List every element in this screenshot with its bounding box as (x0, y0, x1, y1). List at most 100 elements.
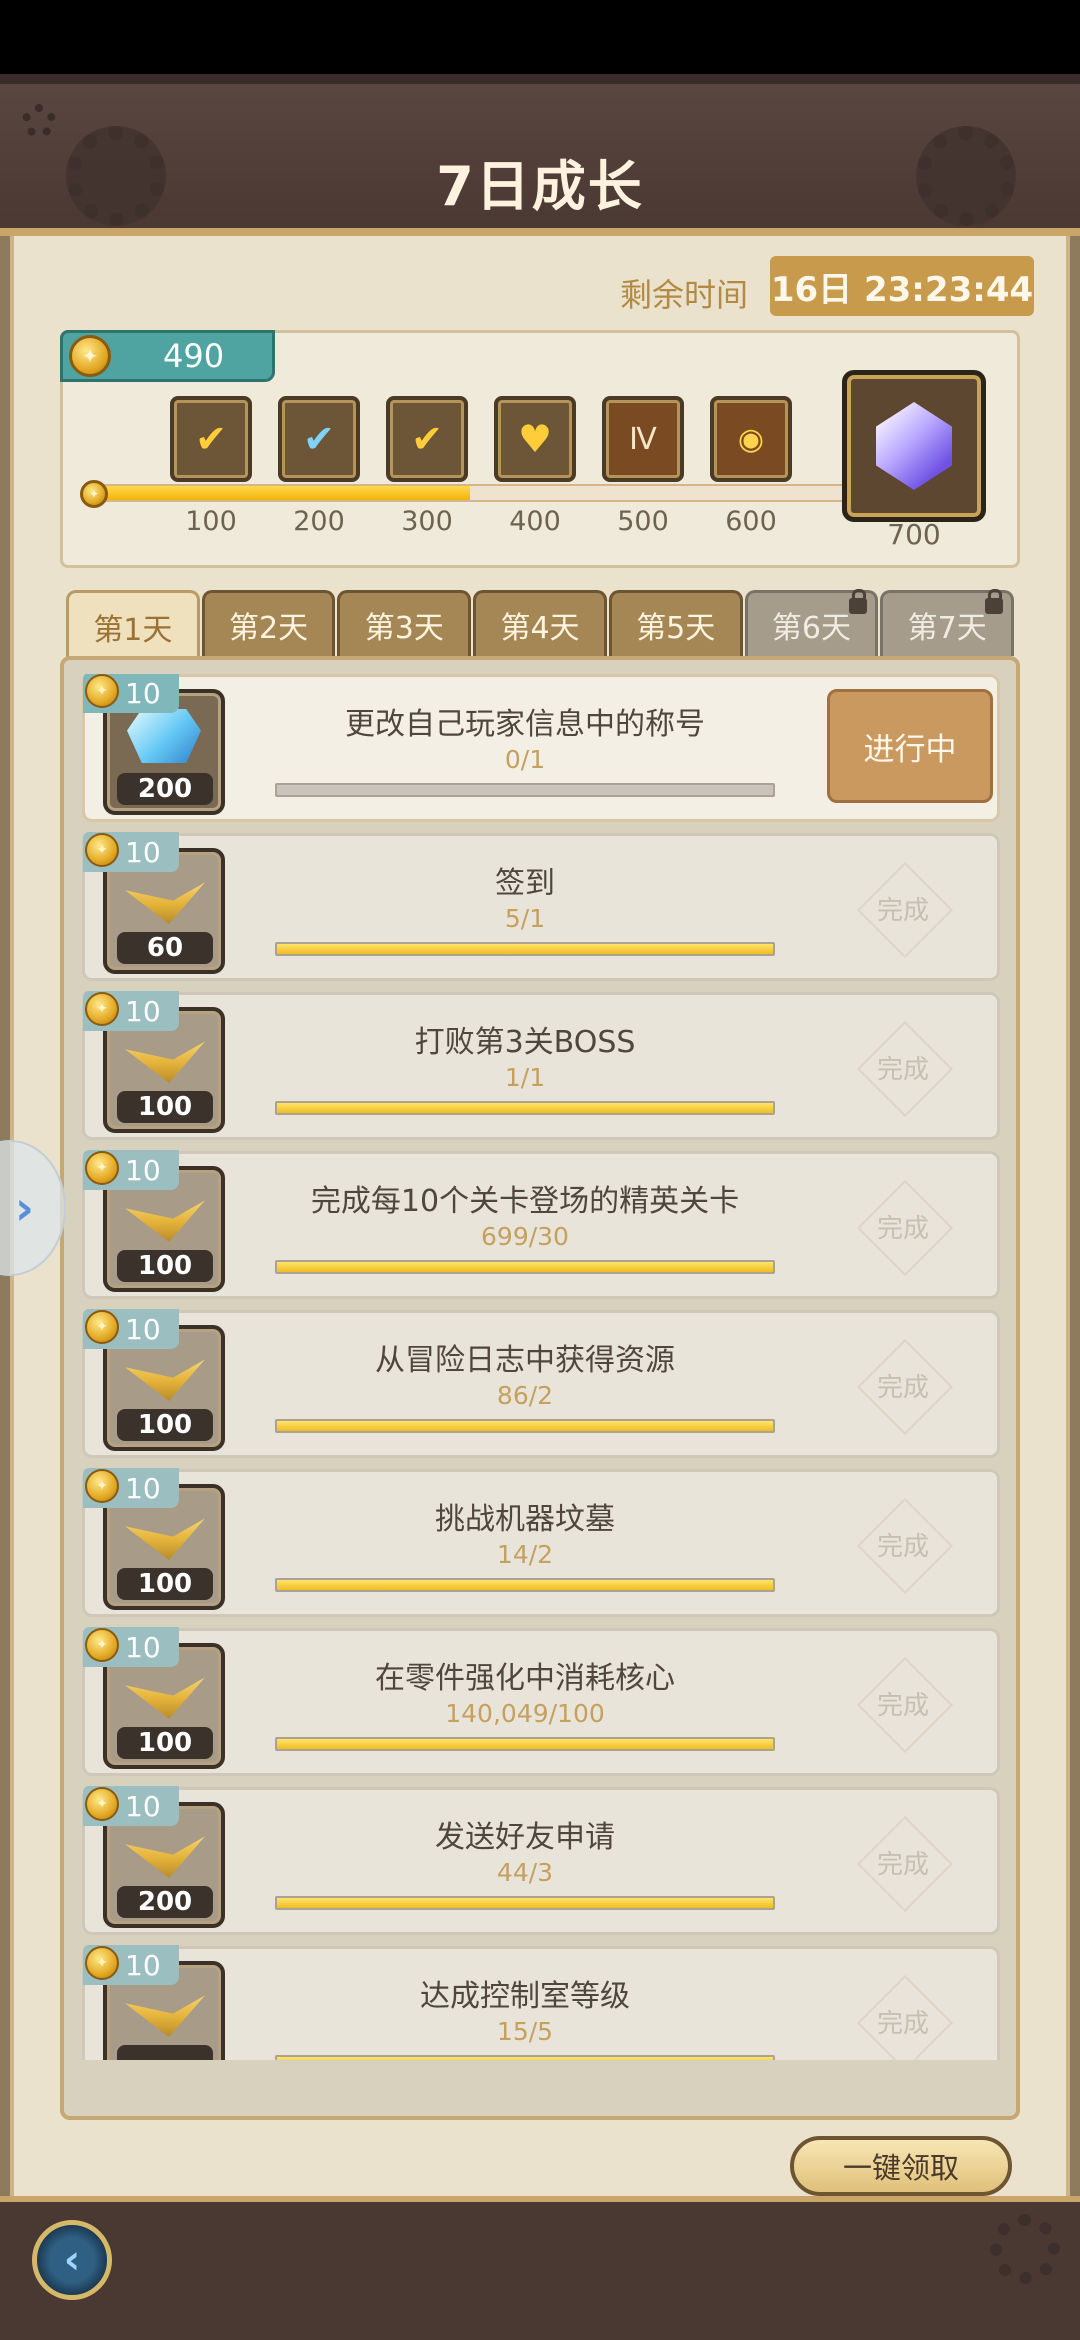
task-row[interactable]: 100 ✦ 10 完成每10个关卡登场的精英关卡 699/30 完成 (82, 1150, 1000, 1299)
coin-icon: ✦ (85, 833, 119, 867)
tab-day-6[interactable]: 第6天 (744, 589, 879, 656)
task-title: 发送好友申请 (435, 1820, 615, 1855)
reward-count: 100 (117, 1091, 213, 1123)
task-points-value: 10 (125, 1312, 161, 1346)
task-points-badge: ✦ 10 (83, 674, 179, 713)
task-row[interactable]: 100 ✦ 10 打败第3关BOSS 1/1 完成 (82, 991, 1000, 1140)
task-progress-fill (277, 1103, 773, 1113)
task-progress-fill (277, 1898, 773, 1908)
gear-icon (990, 2214, 1060, 2284)
reward-count: 200 (117, 1886, 213, 1918)
reward-count: 100 (117, 1250, 213, 1282)
task-points-badge: ✦ 10 (83, 1627, 179, 1667)
gold-boomerang-icon: ✔ (411, 417, 443, 461)
gem-card-icon (125, 1836, 205, 1878)
tab-day-5[interactable]: 第5天 (608, 590, 743, 656)
milestone-reward-100[interactable]: ✔ (170, 396, 252, 482)
coin-icon: ✦ (85, 992, 119, 1026)
task-progress-text: 1/1 (504, 1063, 546, 1092)
completed-stamp: 完成 (841, 860, 965, 956)
task-points-badge: ✦ 10 (83, 832, 179, 872)
task-points-value: 10 (125, 1630, 161, 1664)
task-row[interactable]: 100 ✦ 10 在零件强化中消耗核心 140,049/100 完成 (82, 1627, 1000, 1776)
task-list-viewport[interactable]: 200 ✦ 10 更改自己玩家信息中的称号 0/1 进行中 60 ✦ 10 签到… (82, 674, 1002, 2060)
gem-card-icon (125, 1041, 205, 1083)
gem-card-icon (125, 1518, 205, 1560)
tab-day-7[interactable]: 第7天 (880, 589, 1015, 656)
task-title: 完成每10个关卡登场的精英关卡 (310, 1184, 740, 1219)
chevron-right-icon: › (15, 1181, 34, 1235)
day-tabs: 第1天 第2天 第3天 第4天 第5天 第6天 第7天 (66, 589, 1015, 660)
tab-day-4[interactable]: 第4天 (473, 590, 607, 656)
milestone-reward-200[interactable]: ✔ (278, 396, 360, 482)
bottom-bar (0, 2196, 1080, 2340)
task-title: 挑战机器坟墓 (435, 1502, 615, 1537)
equipment-chest-icon: Ⅳ (629, 421, 657, 457)
reward-count: 100 (117, 1568, 213, 1600)
task-in-progress-button[interactable]: 进行中 (827, 689, 993, 803)
milestone-value: 200 (293, 506, 345, 537)
task-progress-text: 44/3 (496, 1858, 554, 1887)
task-progress-text: 15/5 (496, 2017, 554, 2046)
reward-count: 200 (117, 773, 213, 805)
tab-label: 第7天 (907, 610, 987, 646)
task-row[interactable]: 200 ✦ 10 发送好友申请 44/3 完成 (82, 1786, 1000, 1935)
task-progress-fill (277, 1421, 773, 1431)
task-title: 签到 (495, 866, 555, 901)
task-points-value: 10 (125, 835, 161, 869)
crystal-icon (876, 402, 952, 490)
task-progress-fill (277, 1580, 773, 1590)
task-progress-text: 14/2 (496, 1540, 554, 1569)
milestone-value: 500 (617, 506, 669, 537)
task-row[interactable]: 100 ✦ 10 从冒险日志中获得资源 86/2 完成 (82, 1309, 1000, 1458)
task-row[interactable]: 60 ✦ 10 签到 5/1 完成 (82, 832, 1000, 981)
lock-icon (849, 589, 868, 614)
milestone-reward-500[interactable]: Ⅳ (602, 396, 684, 482)
task-row[interactable]: 200 ✦ 10 更改自己玩家信息中的称号 0/1 进行中 (82, 674, 1000, 822)
tab-label: 第5天 (636, 610, 716, 646)
reward-count (117, 2045, 213, 2060)
task-progress-bar (275, 1896, 775, 1910)
remaining-time-value: 16日 23:23:44 (770, 256, 1034, 316)
task-points-value: 10 (125, 1471, 161, 1505)
egg-x30-icon: ◉ (737, 421, 765, 457)
task-points-badge: ✦ 10 (83, 1945, 179, 1985)
task-list[interactable]: 200 ✦ 10 更改自己玩家信息中的称号 0/1 进行中 60 ✦ 10 签到… (60, 656, 1020, 2120)
task-points-badge: ✦ 10 (83, 1150, 179, 1190)
reward-count: 100 (117, 1727, 213, 1759)
task-progress-text: 699/30 (481, 1222, 569, 1251)
task-points-value: 10 (125, 676, 161, 710)
task-title: 更改自己玩家信息中的称号 (345, 707, 705, 742)
task-title: 打败第3关BOSS (414, 1025, 636, 1060)
remaining-time-label: 剩余时间 (620, 276, 749, 314)
back-button[interactable]: ‹ (32, 2220, 112, 2300)
task-progress-bar (275, 1419, 775, 1433)
final-reward-button[interactable] (842, 370, 986, 522)
coin-icon: ✦ (69, 335, 111, 377)
gold-card-icon (125, 882, 205, 924)
task-progress-bar (275, 2055, 775, 2060)
coin-icon: ✦ (85, 674, 119, 708)
header-bar: 7日成长 (0, 74, 1080, 236)
task-progress-text: 86/2 (496, 1381, 554, 1410)
milestone-reward-400[interactable]: ♥ (494, 396, 576, 482)
tab-day-3[interactable]: 第3天 (337, 590, 472, 656)
task-title: 达成控制室等级 (420, 1979, 630, 2014)
reward-count: 100 (117, 1409, 213, 1441)
points-progress-fill (100, 486, 471, 500)
tab-day-2[interactable]: 第2天 (201, 590, 336, 656)
task-points-value: 10 (125, 1153, 161, 1187)
task-row[interactable]: ✦ 10 达成控制室等级 15/5 完成 (82, 1945, 1000, 2060)
tab-day-1[interactable]: 第1天 (66, 590, 200, 660)
reward-count: 60 (117, 932, 213, 964)
task-progress-bar (275, 1578, 775, 1592)
coin-icon: ✦ (85, 1469, 119, 1503)
claim-all-button[interactable]: 一键领取 (790, 2136, 1012, 2196)
final-reward-value: 700 (887, 518, 941, 551)
gem-card-icon (125, 1200, 205, 1242)
points-progress-bar (98, 484, 858, 502)
task-row[interactable]: 100 ✦ 10 挑战机器坟墓 14/2 完成 (82, 1468, 1000, 1617)
milestone-reward-300[interactable]: ✔ (386, 396, 468, 482)
completed-stamp: 完成 (841, 1973, 965, 2060)
milestone-reward-600[interactable]: ◉ (710, 396, 792, 482)
